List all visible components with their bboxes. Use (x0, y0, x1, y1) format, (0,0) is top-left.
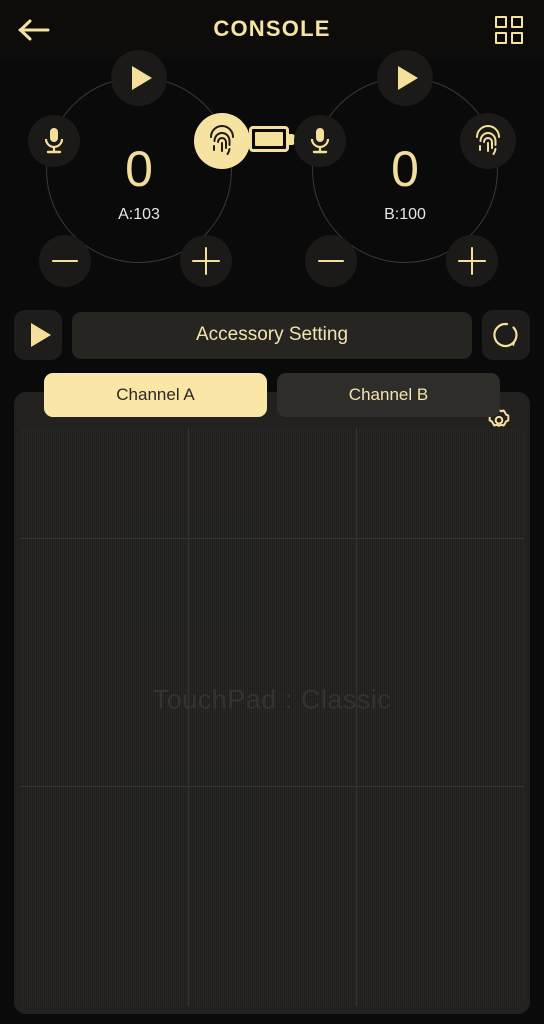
tab-channel-b[interactable]: Channel B (277, 373, 500, 417)
app-header: CONSOLE (0, 0, 544, 58)
microphone-icon (44, 128, 64, 154)
minus-icon (52, 259, 78, 263)
console-screen: CONSOLE 0 A:103 0 B:100 Accessory Settin… (0, 0, 544, 1024)
channel-b-decrease-button[interactable] (305, 235, 357, 287)
channel-a-mic-button[interactable] (28, 115, 80, 167)
plus-icon (192, 247, 220, 275)
grid-4-icon (495, 16, 523, 44)
channel-b-label: B:100 (384, 206, 426, 223)
channel-tabs: Channel A Channel B (0, 373, 544, 417)
page-title: CONSOLE (213, 16, 331, 41)
touchpad-grid (20, 428, 524, 1006)
channel-dials: 0 A:103 0 B:100 (0, 50, 544, 300)
channel-a-play-button[interactable] (111, 50, 167, 106)
channel-b-fingerprint-button[interactable] (460, 113, 516, 169)
toolbar-play-button[interactable] (14, 310, 62, 360)
channel-b-mic-button[interactable] (294, 115, 346, 167)
fingerprint-icon (476, 125, 500, 155)
microphone-icon (310, 128, 330, 154)
channel-a-fingerprint-button[interactable] (194, 113, 250, 169)
channel-b-dial: 0 B:100 (274, 50, 536, 300)
tab-channel-a-label: Channel A (116, 385, 195, 404)
channel-a-dial: 0 A:103 (8, 50, 270, 300)
channel-b-play-button[interactable] (377, 50, 433, 106)
accessory-setting-label: Accessory Setting (195, 324, 349, 345)
back-button[interactable] (12, 10, 56, 50)
plus-icon (458, 247, 486, 275)
refresh-circle-icon (493, 322, 518, 348)
accessory-toolbar: Accessory Setting (0, 308, 544, 362)
touchpad-panel: TouchPad : Classic (14, 392, 530, 1014)
grid-menu-button[interactable] (488, 9, 530, 51)
touchpad-watermark: TouchPad : Classic (152, 684, 392, 715)
channel-b-increase-button[interactable] (446, 235, 498, 287)
tab-channel-b-label: Channel B (348, 385, 429, 404)
tab-channel-a[interactable]: Channel A (44, 373, 267, 417)
minus-icon (318, 259, 344, 263)
channel-a-label: A:103 (118, 206, 160, 223)
accessory-setting-button[interactable]: Accessory Setting (72, 311, 472, 359)
fingerprint-icon (210, 125, 234, 155)
refresh-button[interactable] (482, 310, 530, 360)
touchpad-surface[interactable]: TouchPad : Classic (20, 428, 524, 1006)
channel-a-decrease-button[interactable] (39, 235, 91, 287)
play-icon (132, 66, 152, 90)
arrow-left-icon (18, 19, 50, 41)
channel-a-increase-button[interactable] (180, 235, 232, 287)
play-icon (31, 323, 51, 347)
play-icon (398, 66, 418, 90)
